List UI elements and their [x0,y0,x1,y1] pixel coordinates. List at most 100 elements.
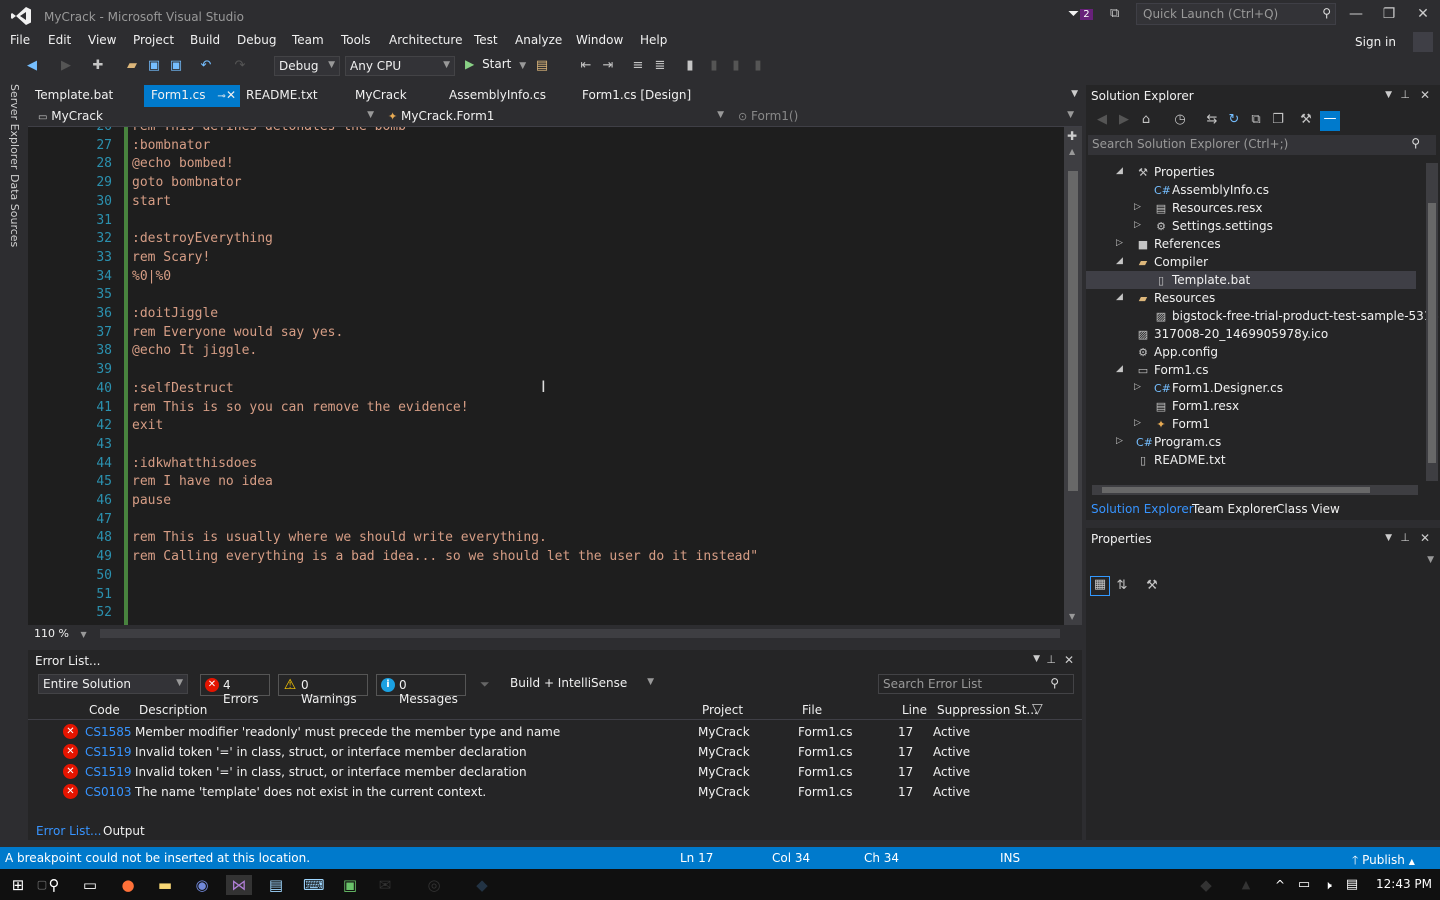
member-nav-select[interactable]: ⊙ Form1() ▼ [732,107,1078,126]
sync-icon[interactable]: ⇆ [1204,112,1220,128]
pending-changes-icon[interactable]: ◷ [1172,112,1188,128]
comment-icon[interactable]: ≡ [630,58,646,74]
start-debugging-button[interactable]: ▶ Start ▼ [465,57,526,75]
error-code-link[interactable]: CS1519 [85,765,132,779]
tab-team-explorer[interactable]: Team Explorer [1192,502,1278,516]
expand-arrow-icon[interactable]: ▷ [1134,418,1141,428]
menu-debug[interactable]: Debug [237,33,276,47]
close-panel-icon[interactable]: ✕ [1064,653,1074,667]
app-icon[interactable]: ▣ [340,875,360,895]
tray-overflow-icon[interactable]: ▲ [1236,875,1256,895]
app2-icon[interactable]: ◆ [472,875,492,895]
scope-select[interactable]: Entire Solution ▼ [38,674,188,694]
file-explorer-icon[interactable]: ▬ [155,875,175,895]
object-select[interactable]: ▼ [1088,552,1438,570]
class-nav-select[interactable]: ✦ MyCrack.Form1 ▼ [382,107,728,126]
collapse-arrow-icon[interactable]: ◢ [1116,166,1123,176]
expand-arrow-icon[interactable]: ▷ [1116,238,1123,248]
collapse-arrow-icon[interactable]: ◢ [1116,292,1123,302]
menu-file[interactable]: File [10,33,30,47]
tree-horizontal-scrollbar[interactable] [1092,485,1418,495]
error-code-link[interactable]: CS1585 [85,725,132,739]
bookmark-icon[interactable]: ▮ [682,58,698,74]
table-row[interactable]: ✕ CS1519 Invalid token '=' in class, struc… [28,762,1082,782]
menu-analyze[interactable]: Analyze [515,33,562,47]
notepad-icon[interactable]: ▤ [266,875,286,895]
search-icon[interactable]: ⚲ [44,875,64,895]
solution-configuration-select[interactable]: Debug ▼ [274,56,340,76]
close-panel-icon[interactable]: ✕ [1420,88,1430,102]
tree-item[interactable]: ⚒ Properties [1136,163,1215,181]
menu-window[interactable]: Window [576,33,623,47]
error-search-input[interactable]: Search Error List ⚲ [878,674,1074,694]
collapse-arrow-icon[interactable]: ◢ [1116,256,1123,266]
col-file[interactable]: File [802,703,822,717]
menu-team[interactable]: Team [292,33,324,47]
col-project[interactable]: Project [702,703,743,717]
menu-architecture[interactable]: Architecture [389,33,462,47]
col-suppression[interactable]: Suppression St... [937,703,1038,717]
messages-filter-button[interactable]: i 0 Messages [376,674,466,706]
tab-overflow-chevron-icon[interactable]: ▼ [1071,89,1078,99]
solution-platform-select[interactable]: Any CPU ▼ [345,56,455,76]
discord-icon[interactable]: ◉ [192,875,212,895]
error-code-link[interactable]: CS0103 [85,785,132,799]
tree-item[interactable]: ▭ Form1.cs [1136,361,1209,379]
step-icon[interactable]: ⇤ [578,58,594,74]
properties-wrench-icon[interactable]: ⚒ [1298,112,1314,128]
chrome-icon[interactable]: ◎ [424,875,444,895]
scroll-down-icon[interactable]: ▼ [1069,612,1075,621]
minimize-button[interactable]: — [1346,6,1366,22]
refresh-icon[interactable]: ↻ [1226,112,1242,128]
tree-item[interactable]: ▯ README.txt [1136,451,1226,469]
action-center-icon[interactable]: ▤ [1342,875,1362,895]
new-project-icon[interactable]: ✚ [90,58,106,74]
tree-vertical-scrollbar[interactable] [1426,163,1438,481]
account-avatar-icon[interactable] [1413,32,1433,52]
redo-icon[interactable]: ↷ [232,58,248,74]
server-explorer-tab[interactable]: Server Explorer [8,84,21,169]
close-button[interactable]: ✕ [1413,6,1433,22]
code-editor[interactable]: 26 27 28 29 30 31 32 33 34 35 36 37 38 39 40 41 42 43 44 45… [28,127,1082,625]
sign-in-link[interactable]: Sign in [1355,35,1396,49]
collapse-arrow-icon[interactable]: ◢ [1116,364,1123,374]
categorized-icon[interactable]: ▦ [1090,576,1110,596]
attach-icon[interactable]: ▤ [534,58,550,74]
error-code-link[interactable]: CS1519 [85,745,132,759]
horizontal-scrollbar[interactable] [100,629,1060,638]
tree-hscroll-thumb[interactable] [1102,487,1370,493]
panel-menu-chevron-icon[interactable]: ▼ [1385,533,1392,543]
uncomment-icon[interactable]: ≣ [652,58,668,74]
zoom-level-select[interactable]: 110 % ▼ [34,627,87,640]
table-row[interactable]: ✕ CS1585 Member modifier 'readonly' must p… [28,722,1082,742]
tree-item[interactable]: C#Program.cs [1136,433,1221,451]
property-pages-icon[interactable]: ⚒ [1144,578,1160,594]
tree-item[interactable]: ▤ Form1.resx [1154,397,1239,415]
table-row[interactable]: ✕ CS0103 The name 'template' does not exis… [28,782,1082,802]
tree-item[interactable]: C#AssemblyInfo.cs [1154,181,1269,199]
save-all-icon[interactable]: ▣ [168,58,184,74]
tab-template-bat[interactable]: Template.bat [28,85,120,107]
volume-muted-icon[interactable]: 🕨 [1318,875,1338,895]
back-icon[interactable]: ◀ [24,58,40,74]
tree-item[interactable]: ■ References [1136,235,1221,253]
tab-solution-explorer[interactable]: Solution Explorer [1091,502,1194,516]
show-all-files-icon[interactable]: ❐ [1270,112,1286,128]
tree-item[interactable]: ▨ bigstock-free-trial-product-test-sample… [1154,307,1439,325]
expand-arrow-icon[interactable]: ▷ [1134,382,1141,392]
open-file-icon[interactable]: ▰ [124,58,140,74]
menu-edit[interactable]: Edit [48,33,71,47]
panel-menu-chevron-icon[interactable]: ▼ [1033,654,1040,664]
close-tab-icon[interactable]: ✕ [226,88,236,102]
tab-mycrack[interactable]: MyCrack [348,85,414,107]
windows-start-icon[interactable]: ⊞ [8,875,28,895]
errors-filter-button[interactable]: ✕ 4 Errors [200,674,270,706]
forward-icon[interactable]: ▶ [58,58,74,74]
prev-bookmark-icon[interactable]: ▮ [706,58,722,74]
tab-class-view[interactable]: Class View [1276,502,1340,516]
feedback-icon[interactable]: ⧉ [1110,6,1119,21]
tree-item[interactable]: ✦ Form1 [1154,415,1209,433]
expand-arrow-icon[interactable]: ▷ [1116,436,1123,446]
visual-studio-taskbar-icon[interactable]: ⋈ [226,875,252,895]
tab-error-list[interactable]: Error List... [36,824,101,838]
